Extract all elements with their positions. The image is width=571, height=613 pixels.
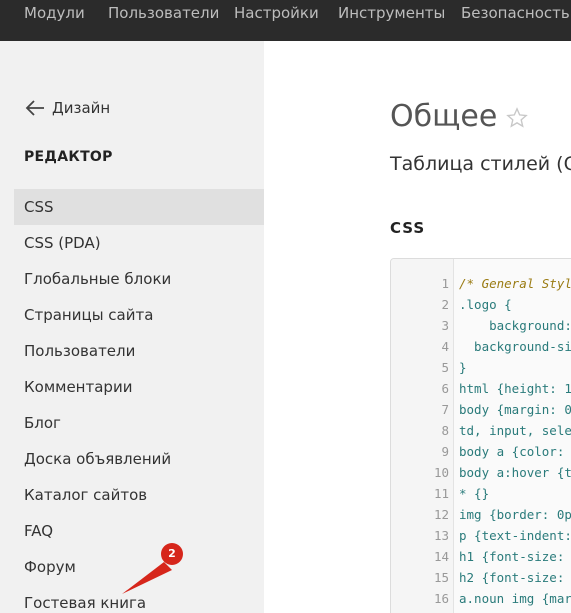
code-text: html {height: 1 bbox=[459, 381, 571, 396]
code-text: h1 {font-size: bbox=[459, 549, 565, 564]
annotation-badge: 2 bbox=[161, 543, 183, 565]
code-line: 7 body {margin: 0 bbox=[391, 399, 571, 420]
line-number: 1 bbox=[441, 276, 449, 291]
nav-security[interactable]: Безопасность bbox=[461, 0, 570, 26]
star-icon[interactable] bbox=[506, 107, 528, 129]
sidebar-item-blog[interactable]: Блог bbox=[14, 405, 264, 441]
code-text: background: bbox=[459, 318, 571, 333]
code-lines: 1/* General Styl 2 .logo {3 background: 4 b… bbox=[391, 273, 571, 609]
line-number: 15 bbox=[433, 570, 449, 585]
nav-settings[interactable]: Настройки bbox=[234, 0, 319, 26]
sidebar-item-css[interactable]: CSS bbox=[14, 189, 264, 225]
line-number: 3 bbox=[441, 318, 449, 333]
code-text: a.noun img {marg bbox=[459, 591, 571, 606]
code-line: 10 body a:hover {t bbox=[391, 462, 571, 483]
line-number: 2 bbox=[441, 297, 449, 312]
page-subtitle: Таблица стилей (С bbox=[390, 153, 571, 175]
code-line: 16 a.noun img {marg bbox=[391, 588, 571, 609]
sidebar-item-site-pages[interactable]: Страницы сайта bbox=[14, 297, 264, 333]
line-number: 9 bbox=[441, 444, 449, 459]
code-line: 1 /* General Styl bbox=[391, 273, 571, 294]
code-line: 15 h2 {font-size: bbox=[391, 567, 571, 588]
line-number: 7 bbox=[441, 402, 449, 417]
code-text: body a {color: bbox=[459, 444, 565, 459]
line-number: 12 bbox=[433, 507, 449, 522]
code-text: p {text-indent: bbox=[459, 528, 571, 543]
line-number: 6 bbox=[441, 381, 449, 396]
code-text: background-si bbox=[459, 339, 571, 354]
code-line: 9 body a {color: bbox=[391, 441, 571, 462]
code-line: 11 * {} bbox=[391, 483, 571, 504]
code-line: 6 html {height: 1 bbox=[391, 378, 571, 399]
code-text: body {margin: 0 bbox=[459, 402, 571, 417]
css-code-editor[interactable]: 1/* General Styl 2 .logo {3 background: 4 b… bbox=[390, 258, 571, 613]
line-number: 16 bbox=[433, 591, 449, 606]
line-number: 11 bbox=[433, 486, 449, 501]
back-link-label: Дизайн bbox=[52, 99, 111, 117]
nav-tools[interactable]: Инструменты bbox=[338, 0, 445, 26]
code-text: * {} bbox=[459, 486, 490, 501]
back-to-design-link[interactable]: Дизайн bbox=[24, 97, 110, 119]
editor-menu: CSS CSS (PDA) Глобальные блоки Страницы … bbox=[14, 189, 264, 613]
sidebar-item-faq[interactable]: FAQ bbox=[14, 513, 264, 549]
code-text: /* General Styl bbox=[459, 276, 571, 291]
sidebar-item-classifieds[interactable]: Доска объявлений bbox=[14, 441, 264, 477]
arrow-left-icon bbox=[25, 100, 44, 116]
editor-section-title: РЕДАКТОР bbox=[24, 149, 113, 165]
css-section-label: CSS bbox=[390, 219, 426, 237]
nav-users[interactable]: Пользователи bbox=[108, 0, 219, 26]
code-line: 2 .logo { bbox=[391, 294, 571, 315]
line-number: 4 bbox=[441, 339, 449, 354]
nav-modules[interactable]: Модули bbox=[24, 0, 85, 26]
top-navigation-bar: Модули Пользователи Настройки Инструмент… bbox=[0, 0, 571, 41]
sidebar-item-global-blocks[interactable]: Глобальные блоки bbox=[14, 261, 264, 297]
line-number: 14 bbox=[433, 549, 449, 564]
code-line: 13 p {text-indent: bbox=[391, 525, 571, 546]
sidebar: Дизайн РЕДАКТОР CSS CSS (PDA) Глобальные… bbox=[0, 41, 264, 613]
code-text: body a:hover {t bbox=[459, 465, 571, 480]
sidebar-item-comments[interactable]: Комментарии bbox=[14, 369, 264, 405]
code-line: 4 background-si bbox=[391, 336, 571, 357]
code-text: td, input, sele bbox=[459, 423, 571, 438]
code-line: 8 td, input, sele bbox=[391, 420, 571, 441]
line-number: 13 bbox=[433, 528, 449, 543]
line-number: 5 bbox=[441, 360, 449, 375]
code-line: 5} bbox=[391, 357, 571, 378]
code-line: 3 background: bbox=[391, 315, 571, 336]
code-text: } bbox=[459, 360, 467, 375]
code-text: .logo { bbox=[459, 297, 512, 312]
sidebar-item-site-catalog[interactable]: Каталог сайтов bbox=[14, 477, 264, 513]
code-line: 14 h1 {font-size: bbox=[391, 546, 571, 567]
code-text: h2 {font-size: bbox=[459, 570, 565, 585]
code-text: img {border: 0p bbox=[459, 507, 571, 522]
sidebar-item-users[interactable]: Пользователи bbox=[14, 333, 264, 369]
main-content: Общее Таблица стилей (С CSS 1 /* General … bbox=[264, 41, 571, 613]
page-title: Общее bbox=[390, 99, 498, 134]
line-number: 8 bbox=[441, 423, 449, 438]
line-number: 10 bbox=[433, 465, 449, 480]
code-line: 12 img {border: 0p bbox=[391, 504, 571, 525]
sidebar-item-css-pda[interactable]: CSS (PDA) bbox=[14, 225, 264, 261]
